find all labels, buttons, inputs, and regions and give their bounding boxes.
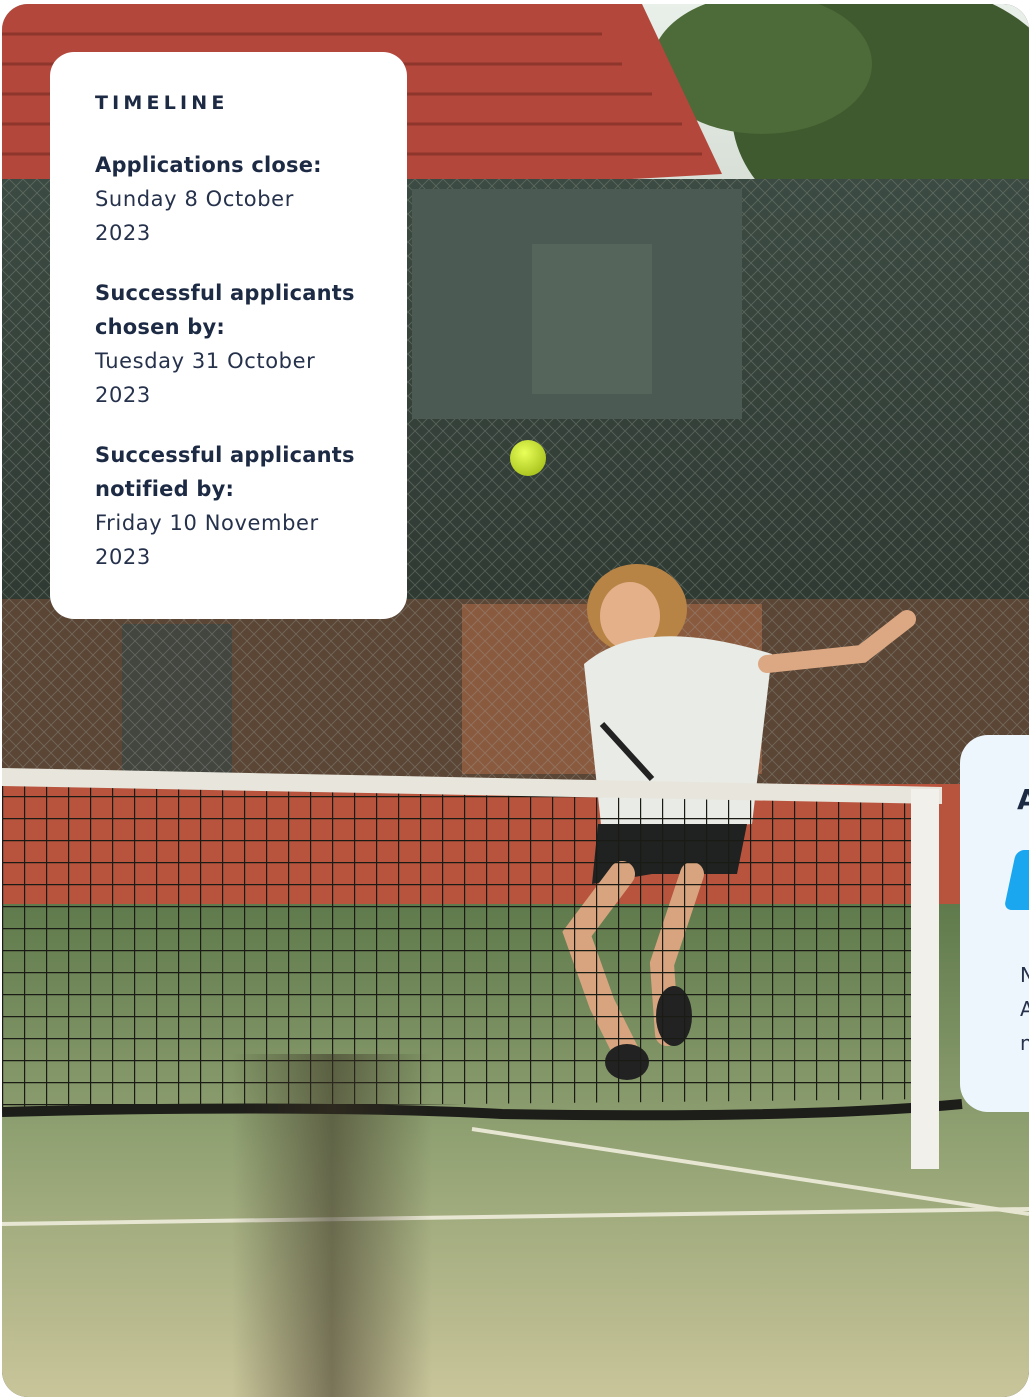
- timeline-label-line: Successful applicants: [95, 443, 355, 467]
- tennis-ball-icon: [510, 440, 546, 476]
- apply-card: A N A n: [960, 735, 1029, 1112]
- apply-note-line: A: [1020, 997, 1029, 1021]
- timeline-item-chosen-by: Successful applicants chosen by: Tuesday…: [95, 276, 363, 412]
- timeline-item-applications-close: Applications close: Sunday 8 October 202…: [95, 148, 363, 250]
- apply-note-line: N: [1020, 963, 1029, 987]
- timeline-item-label: Successful applicants chosen by:: [95, 276, 363, 344]
- timeline-date-line: 2023: [95, 221, 151, 245]
- timeline-item-date: Friday 10 November 2023: [95, 506, 363, 574]
- timeline-date-line: Tuesday 31 October: [95, 349, 316, 373]
- timeline-item-label: Successful applicants notified by:: [95, 438, 363, 506]
- timeline-item-label: Applications close:: [95, 153, 322, 177]
- tennis-net: [2, 768, 963, 1169]
- timeline-item-notified-by: Successful applicants notified by: Frida…: [95, 438, 363, 574]
- apply-card-heading: A: [1017, 783, 1029, 816]
- timeline-date-line: 2023: [95, 383, 151, 407]
- timeline-date-line: Friday 10 November: [95, 511, 319, 535]
- timeline-date-line: 2023: [95, 545, 151, 569]
- apply-card-note: N A n: [1020, 958, 1029, 1060]
- apply-button[interactable]: [1003, 850, 1029, 910]
- timeline-item-date: Tuesday 31 October 2023: [95, 344, 363, 412]
- timeline-label-line: chosen by:: [95, 315, 225, 339]
- apply-note-line: n: [1020, 1031, 1029, 1055]
- timeline-label-line: Successful applicants: [95, 281, 355, 305]
- timeline-label-line: notified by:: [95, 477, 235, 501]
- timeline-date-line: Sunday 8 October: [95, 187, 294, 211]
- timeline-item-date: Sunday 8 October 2023: [95, 182, 363, 250]
- timeline-heading: TIMELINE: [95, 92, 229, 114]
- timeline-card: TIMELINE Applications close: Sunday 8 Oc…: [50, 52, 407, 619]
